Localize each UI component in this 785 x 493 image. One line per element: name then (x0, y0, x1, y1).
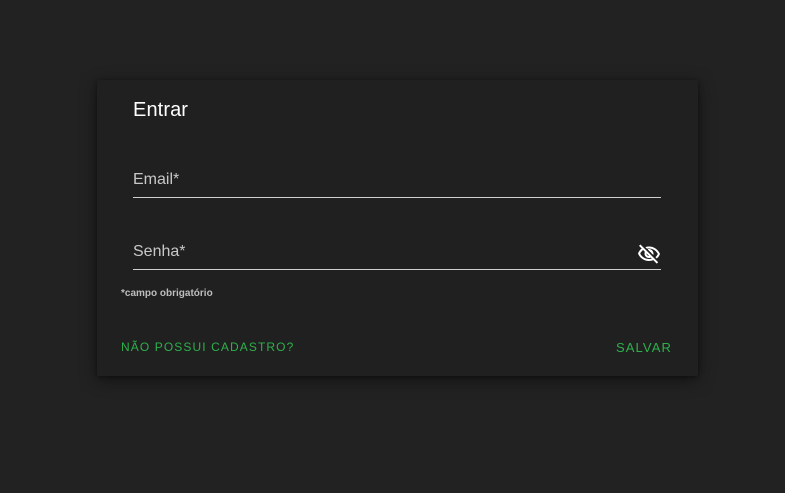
password-field[interactable]: Senha* (133, 239, 661, 270)
dialog-title: Entrar (133, 99, 189, 121)
register-link-button[interactable]: NÃO POSSUI CADASTRO? (121, 340, 294, 354)
required-field-note: *campo obrigatório (121, 288, 213, 299)
login-dialog: Entrar Email* Senha* *campo obrigatório … (97, 80, 698, 376)
email-input[interactable] (133, 167, 661, 197)
password-input[interactable] (133, 239, 661, 269)
save-button[interactable]: SALVAR (616, 340, 672, 355)
email-field[interactable]: Email* (133, 167, 661, 198)
eye-off-icon[interactable] (637, 242, 661, 266)
